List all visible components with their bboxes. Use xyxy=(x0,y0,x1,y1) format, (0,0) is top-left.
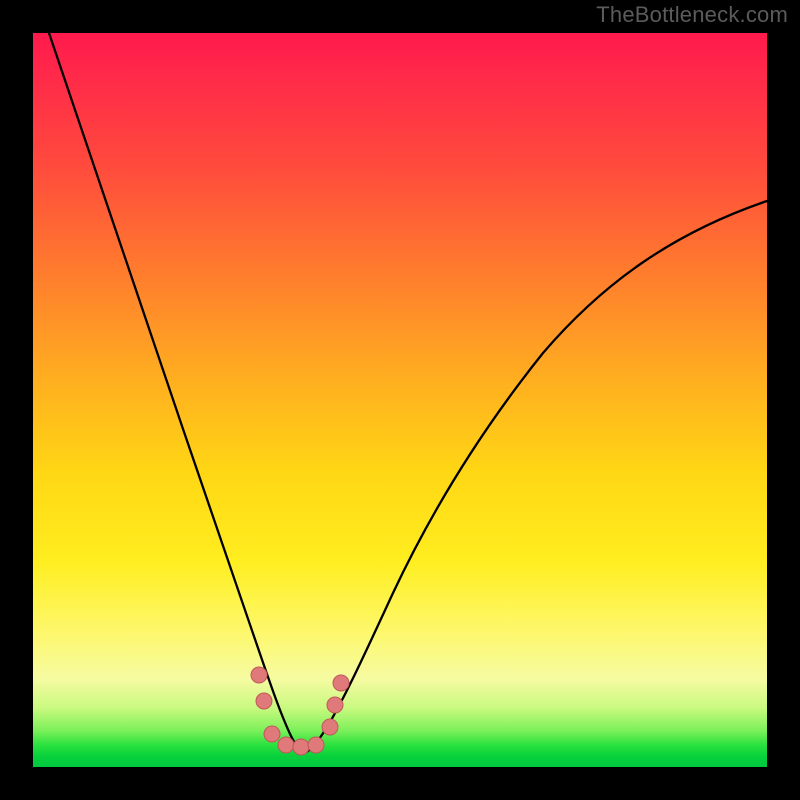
marker-dot xyxy=(256,693,272,709)
curve-right-branch xyxy=(303,201,767,753)
curve-layer xyxy=(33,33,767,767)
curve-left-branch xyxy=(49,33,303,753)
marker-dot xyxy=(264,726,280,742)
marker-dot xyxy=(251,667,267,683)
marker-dot xyxy=(333,675,349,691)
marker-dot xyxy=(308,737,324,753)
chart-stage: TheBottleneck.com xyxy=(0,0,800,800)
marker-dot xyxy=(278,737,294,753)
watermark-text: TheBottleneck.com xyxy=(596,2,788,28)
trough-markers xyxy=(251,667,349,755)
plot-area xyxy=(33,33,767,767)
marker-dot xyxy=(293,739,309,755)
marker-dot xyxy=(322,719,338,735)
marker-dot xyxy=(327,697,343,713)
